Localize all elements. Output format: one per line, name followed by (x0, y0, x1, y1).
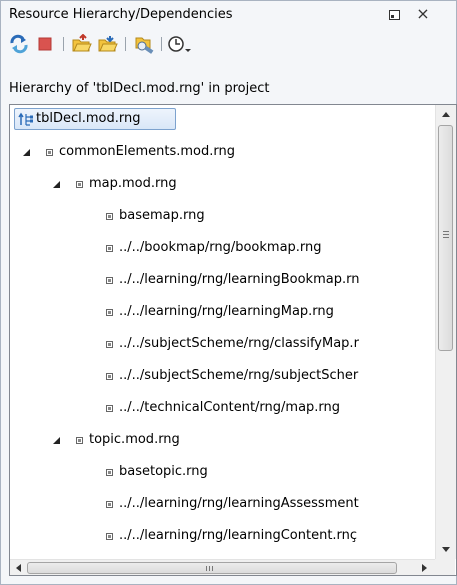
stop-icon[interactable] (35, 34, 55, 54)
tree-item-label: ../../learning/rng/learningAssessment (119, 496, 359, 511)
close-icon[interactable]: × (415, 4, 431, 24)
toolbar-separator (125, 37, 126, 51)
tree-item-label: ../../bookmap/rng/bookmap.rng (119, 240, 322, 255)
horizontal-scrollbar[interactable] (10, 559, 435, 575)
tree-item-label: topic.mod.rng (89, 432, 180, 447)
tree-item[interactable]: commonElements.mod.rng (10, 141, 435, 165)
thumb-grip (443, 231, 449, 232)
tree-item-label: ../../technicalContent/rng/map.rng (119, 400, 341, 415)
file-node-icon (76, 437, 83, 444)
tree-root-label: tblDecl.mod.rng (36, 111, 141, 126)
folder-dependencies-icon[interactable] (97, 34, 118, 54)
tree-item-label: ../../learning/rng/learningBookmap.rn (119, 272, 360, 287)
toolbar-separator (161, 37, 162, 51)
tree-item-label: ../../subjectScheme/rng/subjectScher (119, 368, 359, 383)
tree-item[interactable]: topic.mod.rng (10, 429, 435, 453)
minimize-icon[interactable] (389, 10, 400, 20)
tree-item[interactable]: ../../subjectScheme/rng/subjectScher (10, 365, 435, 389)
file-node-icon (46, 149, 53, 156)
file-node-icon (106, 373, 113, 380)
file-node-icon (76, 181, 83, 188)
hierarchy-root-icon (18, 112, 34, 128)
tree-item[interactable]: ../../learning/rng/learningAssessment (10, 493, 435, 517)
resource-hierarchy-panel: Resource Hierarchy/Dependencies × Hierar… (0, 0, 457, 585)
expanded-triangle-icon[interactable] (52, 429, 62, 451)
tree-item[interactable]: ../../technicalContent/rng/map.rng (10, 397, 435, 421)
folder-hierarchy-icon[interactable] (71, 33, 92, 54)
tree-item-label: ../../subjectScheme/rng/classifyMap.r (119, 336, 359, 351)
toolbar-separator (63, 37, 64, 51)
toolbar (1, 31, 456, 57)
configure-scope-icon[interactable] (133, 34, 154, 54)
thumb-grip (212, 566, 213, 571)
scroll-right-arrow-icon[interactable] (418, 562, 430, 574)
tree-item-label: map.mod.rng (89, 176, 177, 191)
tree-item-label: basetopic.rng (119, 464, 208, 479)
thumb-grip (443, 237, 449, 238)
tree-item[interactable]: ../../learning/rng/learningBookmap.rn (10, 269, 435, 293)
tree-item-label: ../../learning/rng/learningContent.rnç (119, 528, 358, 543)
hierarchy-tree[interactable]: tblDecl.mod.rng commonElements.mod.rng m… (9, 104, 457, 576)
tree-item[interactable]: basemap.rng (10, 205, 435, 229)
file-node-icon (106, 309, 113, 316)
tree-item[interactable]: ../../learning/rng/learningMap.rng (10, 301, 435, 325)
file-node-icon (106, 245, 113, 252)
file-node-icon (106, 341, 113, 348)
file-node-icon (106, 405, 113, 412)
file-node-icon (106, 213, 113, 220)
vertical-scroll-thumb[interactable] (438, 125, 453, 351)
file-node-icon (106, 501, 113, 508)
horizontal-scroll-thumb[interactable] (27, 562, 397, 574)
vertical-scrollbar[interactable] (435, 105, 456, 559)
file-node-icon (106, 533, 113, 540)
thumb-grip (206, 566, 207, 571)
tree-item[interactable]: basetopic.rng (10, 461, 435, 485)
tree-item[interactable]: ../../bookmap/rng/bookmap.rng (10, 237, 435, 261)
panel-title: Resource Hierarchy/Dependencies (9, 7, 233, 22)
tree-item-label: ../../learning/rng/learningMap.rng (119, 304, 334, 319)
thumb-grip (443, 234, 449, 235)
scrollbar-corner (435, 559, 455, 575)
panel-title-bar: Resource Hierarchy/Dependencies × (1, 1, 456, 29)
tree-item[interactable]: ../../learning/rng/learningContent.rnç (10, 525, 435, 549)
hierarchy-caption: Hierarchy of 'tblDecl.mod.rng' in projec… (9, 81, 270, 96)
tree-root-item[interactable]: tblDecl.mod.rng (14, 108, 176, 130)
tree-item[interactable]: map.mod.rng (10, 173, 435, 197)
tree-item-label: basemap.rng (119, 208, 205, 223)
refresh-icon[interactable] (9, 34, 29, 54)
file-node-icon (106, 469, 113, 476)
file-node-icon (106, 277, 113, 284)
scroll-up-arrow-icon[interactable] (440, 109, 452, 121)
expanded-triangle-icon[interactable] (22, 141, 32, 163)
thumb-grip (209, 566, 210, 571)
tree-item-label: commonElements.mod.rng (59, 144, 235, 159)
tree-item[interactable]: ../../subjectScheme/rng/classifyMap.r (10, 333, 435, 357)
scroll-left-arrow-icon[interactable] (13, 562, 25, 574)
expanded-triangle-icon[interactable] (52, 173, 62, 195)
scroll-down-arrow-icon[interactable] (440, 543, 452, 555)
history-dropdown-icon[interactable] (167, 34, 193, 54)
